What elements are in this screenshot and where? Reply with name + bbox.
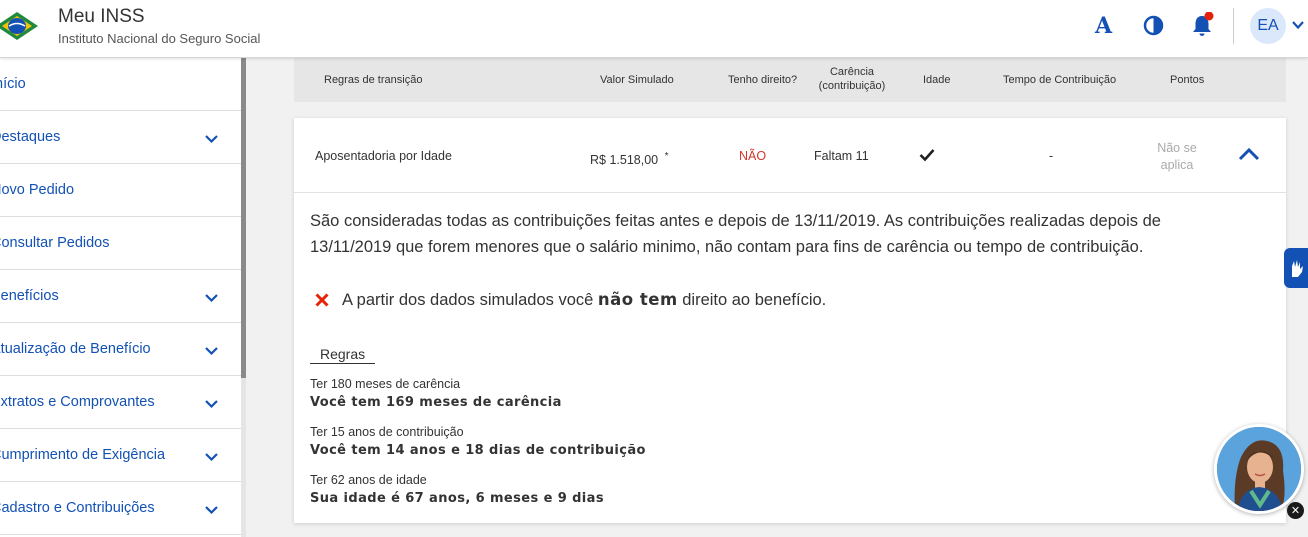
sidebar-item-label: Destaques bbox=[0, 129, 61, 145]
result-suffix: direito ao benefício. bbox=[682, 291, 827, 309]
sidebar-item-extratos[interactable]: Extratos e Comprovantes bbox=[0, 376, 241, 429]
sidebar-item-inicio[interactable]: Início bbox=[0, 58, 241, 111]
column-header-carencia: Carência (contribuição) bbox=[812, 65, 892, 93]
header-divider bbox=[1233, 8, 1234, 44]
sidebar-item-beneficios[interactable]: Benefícios bbox=[0, 270, 241, 323]
sidebar-item-label: Benefícios bbox=[0, 288, 59, 304]
column-header-regras: Regras de transição bbox=[324, 74, 423, 86]
rule-requirement: Ter 180 meses de carência bbox=[310, 377, 461, 391]
chevron-up-icon[interactable] bbox=[1238, 146, 1260, 162]
sidebar-item-label: Cumprimento de Exigência bbox=[0, 447, 166, 463]
assistant-portrait-icon bbox=[1217, 427, 1301, 511]
column-header-valor: Valor Simulado bbox=[600, 74, 674, 86]
font-size-button[interactable]: A bbox=[1095, 13, 1112, 39]
sidebar-item-destaques[interactable]: Destaques bbox=[0, 111, 241, 164]
rule-card-aposentadoria-idade: Aposentadoria por Idade R$ 1.518,00 * NÃ… bbox=[294, 118, 1286, 523]
column-header-carencia-line2: (contribuição) bbox=[818, 80, 886, 92]
assistant-close-button[interactable]: ✕ bbox=[1287, 502, 1304, 519]
chevron-down-icon[interactable] bbox=[204, 131, 219, 146]
rule-name: Aposentadoria por Idade bbox=[315, 149, 452, 163]
top-header: Meu INSS Instituto Nacional do Seguro So… bbox=[0, 0, 1308, 58]
column-header-idade: Idade bbox=[923, 74, 951, 86]
pontos-value-line1: Não se bbox=[1157, 141, 1197, 155]
simulated-value: R$ 1.518,00 * bbox=[590, 151, 669, 167]
rule-status: Sua idade é 67 anos, 6 meses e 9 dias bbox=[310, 491, 604, 506]
pontos-value: Não se aplica bbox=[1152, 140, 1202, 174]
row-separator bbox=[294, 192, 1286, 193]
sidebar-item-label: Atualização de Benefício bbox=[0, 341, 151, 357]
chevron-down-icon[interactable] bbox=[204, 396, 219, 411]
regras-underline bbox=[310, 363, 375, 364]
sidebar-item-label: Extratos e Comprovantes bbox=[0, 394, 155, 410]
close-x-icon bbox=[315, 293, 329, 307]
result-prefix: A partir dos dados simulados você bbox=[342, 291, 594, 309]
app-subtitle: Instituto Nacional do Seguro Social bbox=[58, 31, 261, 46]
sidebar-item-cadastro[interactable]: Cadastro e Contribuições bbox=[0, 482, 241, 535]
chevron-down-icon[interactable] bbox=[1291, 18, 1305, 32]
app-title: Meu INSS bbox=[58, 6, 145, 27]
sidebar-item-cumprimento-exigencia[interactable]: Cumprimento de Exigência bbox=[0, 429, 241, 482]
tempo-contribuicao-value: - bbox=[1049, 149, 1054, 163]
sidebar-item-novo-pedido[interactable]: Novo Pedido bbox=[0, 164, 241, 217]
rule-status: Você tem 169 meses de carência bbox=[310, 395, 562, 410]
user-avatar[interactable]: EA bbox=[1250, 8, 1286, 44]
eligibility-result: A partir dos dados simulados você não te… bbox=[342, 290, 826, 310]
chevron-down-icon[interactable] bbox=[204, 502, 219, 517]
sidebar-nav: Início Destaques Novo Pedido Consultar P… bbox=[0, 58, 241, 537]
result-strong: não tem bbox=[597, 290, 678, 309]
sidebar-item-label: Cadastro e Contribuições bbox=[0, 500, 155, 516]
chevron-down-icon[interactable] bbox=[204, 290, 219, 305]
sidebar-item-consultar-pedidos[interactable]: Consultar Pedidos bbox=[0, 217, 241, 270]
column-header-direito: Tenho direito? bbox=[728, 74, 798, 86]
chevron-down-icon[interactable] bbox=[204, 343, 219, 358]
check-icon bbox=[919, 149, 935, 162]
sidebar-scrollbar-track[interactable] bbox=[241, 378, 246, 537]
sidebar-item-atualizacao-beneficio[interactable]: Atualização de Benefício bbox=[0, 323, 241, 376]
carencia-value: Faltam 11 bbox=[814, 149, 869, 163]
virtual-assistant-avatar[interactable] bbox=[1214, 424, 1304, 514]
inss-logo[interactable] bbox=[0, 9, 42, 43]
column-header-carencia-line1: Carência bbox=[829, 66, 875, 78]
sidebar-item-label: Início bbox=[0, 76, 26, 92]
transition-rules-table-header: Regras de transição Valor Simulado Tenho… bbox=[294, 58, 1286, 102]
sign-language-widget[interactable] bbox=[1284, 248, 1308, 288]
simulated-value-amount: R$ 1.518,00 bbox=[590, 153, 659, 168]
pontos-value-line2: aplica bbox=[1160, 158, 1194, 172]
sidebar-item-label: Consultar Pedidos bbox=[0, 235, 110, 251]
regras-title: Regras bbox=[320, 346, 366, 362]
contrast-icon[interactable] bbox=[1143, 15, 1164, 36]
sidebar-scrollbar-thumb[interactable] bbox=[241, 58, 246, 378]
has-right-status: NÃO bbox=[739, 149, 767, 163]
rule-status: Você tem 14 anos e 18 dias de contribuiç… bbox=[310, 443, 646, 458]
column-header-tempo: Tempo de Contribuição bbox=[1003, 74, 1117, 86]
column-header-pontos: Pontos bbox=[1170, 74, 1205, 86]
rule-requirement: Ter 15 anos de contribuição bbox=[310, 425, 464, 439]
hands-icon bbox=[1292, 260, 1303, 277]
sidebar-item-label: Novo Pedido bbox=[0, 182, 75, 198]
simulated-value-note: * bbox=[664, 151, 669, 162]
rule-requirement: Ter 62 anos de idade bbox=[310, 473, 427, 487]
notification-bell-icon[interactable] bbox=[1190, 12, 1214, 38]
chevron-down-icon[interactable] bbox=[204, 449, 219, 464]
rule-explanation: São consideradas todas as contribuições … bbox=[310, 212, 1161, 256]
